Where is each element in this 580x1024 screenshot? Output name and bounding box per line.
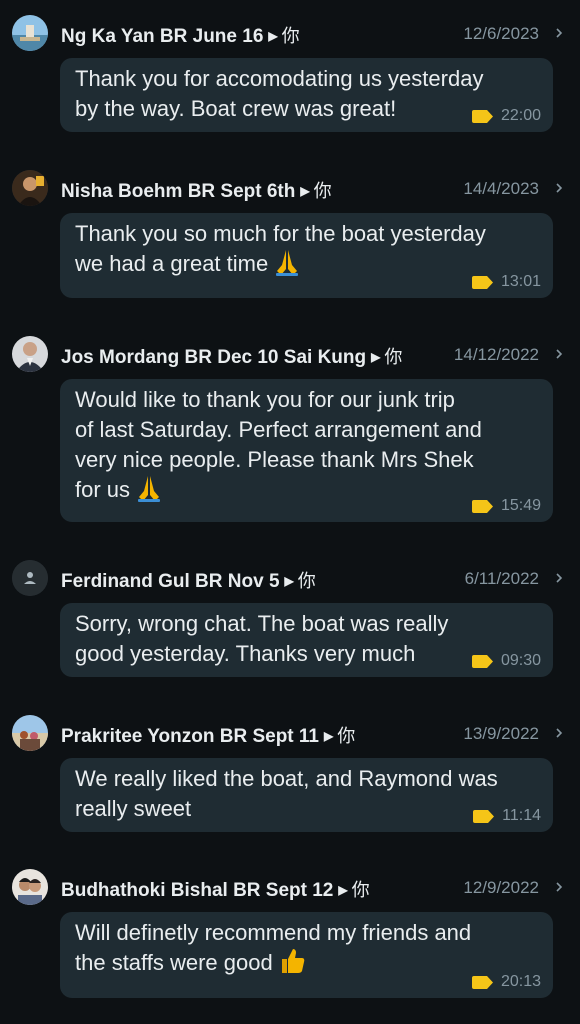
avatar[interactable] <box>12 170 48 206</box>
chat-name: Jos Mordang BR Dec 10 Sai Kung ▶ 你 <box>61 343 402 369</box>
play-arrow-icon: ▶ <box>371 350 381 364</box>
message-date: 14/4/2023 <box>463 179 539 198</box>
message-bubble[interactable]: Sorry, wrong chat. The boat was really g… <box>60 603 553 677</box>
message-date: 12/6/2023 <box>463 24 539 43</box>
message-meta: 22:00 <box>471 106 541 126</box>
contact-name: Jos Mordang BR Dec 10 Sai Kung <box>61 347 367 368</box>
default-person-icon <box>12 560 48 596</box>
chat-name: Ng Ka Yan BR June 16 ▶ 你 <box>61 22 300 48</box>
chevron-right-icon[interactable] <box>552 726 566 740</box>
play-arrow-icon: ▶ <box>324 729 334 743</box>
label-tag-icon <box>471 654 493 668</box>
message-bubble[interactable]: Thank you for accomodating us yesterday … <box>60 58 553 132</box>
message-meta: 13:01 <box>471 272 541 292</box>
recipient-label: 你 <box>281 26 300 46</box>
chevron-right-icon[interactable] <box>552 880 566 894</box>
message-header: Prakritee Yonzon BR Sept 11 ▶ 你 13/9/2022 <box>0 713 580 753</box>
message-meta: 20:13 <box>471 972 541 992</box>
label-tag-icon <box>473 809 495 823</box>
message-time: 11:14 <box>502 807 541 824</box>
thumbs-up-emoji-icon <box>281 949 304 974</box>
message-text: Thank you so much for the boat yesterday… <box>75 219 538 280</box>
chevron-right-icon[interactable] <box>552 181 566 195</box>
chevron-right-icon[interactable] <box>552 347 566 361</box>
message-text: Would like to thank you for our junk tri… <box>75 385 538 506</box>
message-meta: 11:14 <box>473 806 541 826</box>
message-header: Jos Mordang BR Dec 10 Sai Kung ▶ 你 14/12/2… <box>0 334 580 374</box>
label-tag-icon <box>471 975 493 989</box>
message-meta: 09:30 <box>471 651 541 671</box>
contact-name: Prakritee Yonzon BR Sept 11 <box>61 726 319 747</box>
avatar[interactable] <box>12 560 48 596</box>
message-time: 22:00 <box>500 107 541 124</box>
folded-hands-emoji-icon <box>276 250 299 277</box>
message-meta: 15:49 <box>471 496 541 516</box>
message-text: Will definetly recommend my friends and … <box>75 918 538 979</box>
play-arrow-icon: ▶ <box>300 184 310 198</box>
chat-name: Budhathoki Bishal BR Sept 12 ▶ 你 <box>61 876 370 902</box>
message-date: 14/12/2022 <box>453 345 539 364</box>
message-text: Sorry, wrong chat. The boat was really g… <box>75 611 449 666</box>
label-tag-icon <box>471 275 493 289</box>
message-bubble[interactable]: Will definetly recommend my friends and … <box>60 912 553 998</box>
message-bubble[interactable]: We really liked the boat, and Raymond wa… <box>60 758 553 832</box>
message-header: Ferdinand Gul BR Nov 5 ▶ 你 6/11/2022 <box>0 558 580 598</box>
chat-name: Prakritee Yonzon BR Sept 11 ▶ 你 <box>61 722 355 748</box>
label-tag-icon <box>471 109 493 123</box>
recipient-label: 你 <box>337 726 356 746</box>
chevron-right-icon[interactable] <box>552 571 566 585</box>
message-date: 13/9/2022 <box>463 724 539 743</box>
avatar[interactable] <box>12 15 48 51</box>
recipient-label: 你 <box>313 181 332 201</box>
message-time: 15:49 <box>500 497 541 514</box>
play-arrow-icon: ▶ <box>268 29 278 43</box>
message-time: 13:01 <box>500 273 541 290</box>
message-text-content: Will definetly recommend my friends and … <box>75 920 472 975</box>
folded-hands-emoji-icon <box>138 476 161 503</box>
message-text: We really liked the boat, and Raymond wa… <box>75 766 498 821</box>
recipient-label: 你 <box>351 880 370 900</box>
message-header: Nisha Boehm BR Sept 6th ▶ 你 14/4/2023 <box>0 168 580 208</box>
message-date: 12/9/2022 <box>463 878 539 897</box>
message-bubble[interactable]: Thank you so much for the boat yesterday… <box>60 213 553 298</box>
chat-name: Ferdinand Gul BR Nov 5 ▶ 你 <box>61 567 316 593</box>
avatar[interactable] <box>12 715 48 751</box>
avatar[interactable] <box>12 336 48 372</box>
message-time: 20:13 <box>500 973 541 990</box>
contact-name: Ng Ka Yan BR June 16 <box>61 26 264 47</box>
play-arrow-icon: ▶ <box>338 883 348 897</box>
avatar[interactable] <box>12 869 48 905</box>
message-header: Ng Ka Yan BR June 16 ▶ 你 12/6/2023 <box>0 13 580 53</box>
label-tag-icon <box>471 499 493 513</box>
chevron-right-icon[interactable] <box>552 26 566 40</box>
recipient-label: 你 <box>384 347 403 367</box>
message-header: Budhathoki Bishal BR Sept 12 ▶ 你 12/9/2022 <box>0 867 580 907</box>
message-bubble[interactable]: Would like to thank you for our junk tri… <box>60 379 553 522</box>
message-date: 6/11/2022 <box>464 569 539 588</box>
message-time: 09:30 <box>500 652 541 669</box>
contact-name: Nisha Boehm BR Sept 6th <box>61 181 296 202</box>
chat-name: Nisha Boehm BR Sept 6th ▶ 你 <box>61 177 332 203</box>
play-arrow-icon: ▶ <box>284 574 294 588</box>
contact-name: Ferdinand Gul BR Nov 5 <box>61 571 280 592</box>
contact-name: Budhathoki Bishal BR Sept 12 <box>61 880 334 901</box>
recipient-label: 你 <box>297 571 316 591</box>
message-text: Thank you for accomodating us yesterday … <box>75 66 484 121</box>
